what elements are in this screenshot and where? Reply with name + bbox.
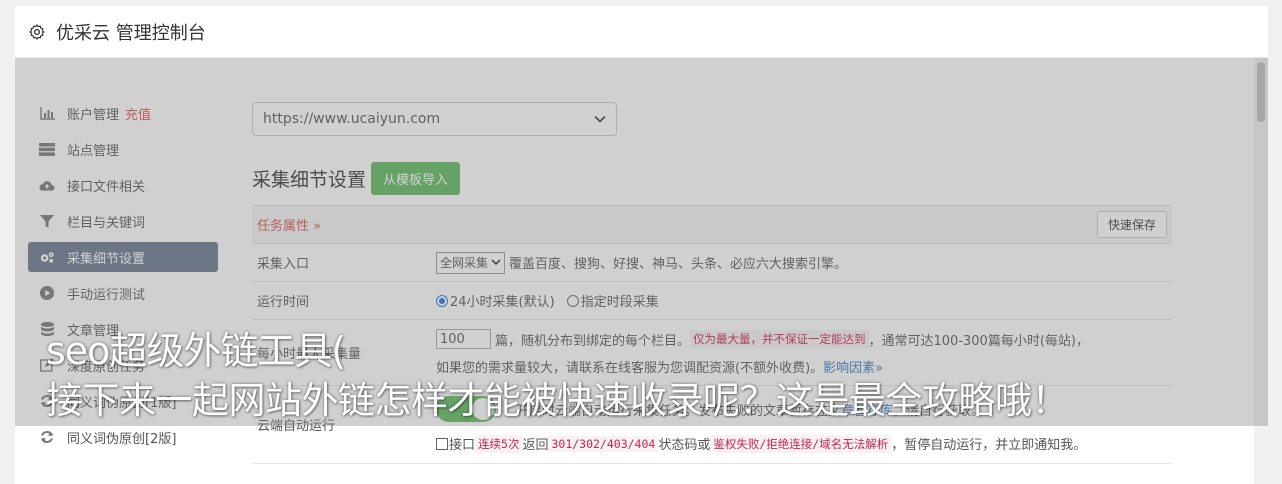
cloud-c1: 接口: [449, 438, 476, 453]
pause-notify-checkbox[interactable]: [436, 437, 448, 450]
refresh-icon: [39, 430, 55, 444]
sidebar-item-synonym-v2[interactable]: 同义词伪原创[2版]: [28, 422, 218, 452]
cloud-c2: 返回: [522, 438, 549, 453]
cloud-c4: ，暂停自动运行，并立即通知我。: [891, 438, 1087, 453]
cloud-code-1: 连续5次: [475, 434, 523, 453]
gear-icon: [29, 23, 45, 40]
cloud-c3: 状态码或: [658, 438, 711, 453]
page-title: 优采云 管理控制台: [56, 22, 206, 44]
gray-overlay: [15, 58, 1268, 426]
top-header: 优采云 管理控制台: [15, 6, 1268, 58]
cloud-code-3: 鉴权失败/拒绝连接/域名无法解析: [710, 434, 892, 453]
cloud-code-2: 301/302/403/404: [548, 435, 659, 452]
sidebar-item-label: 同义词伪原创[2版]: [67, 431, 177, 447]
